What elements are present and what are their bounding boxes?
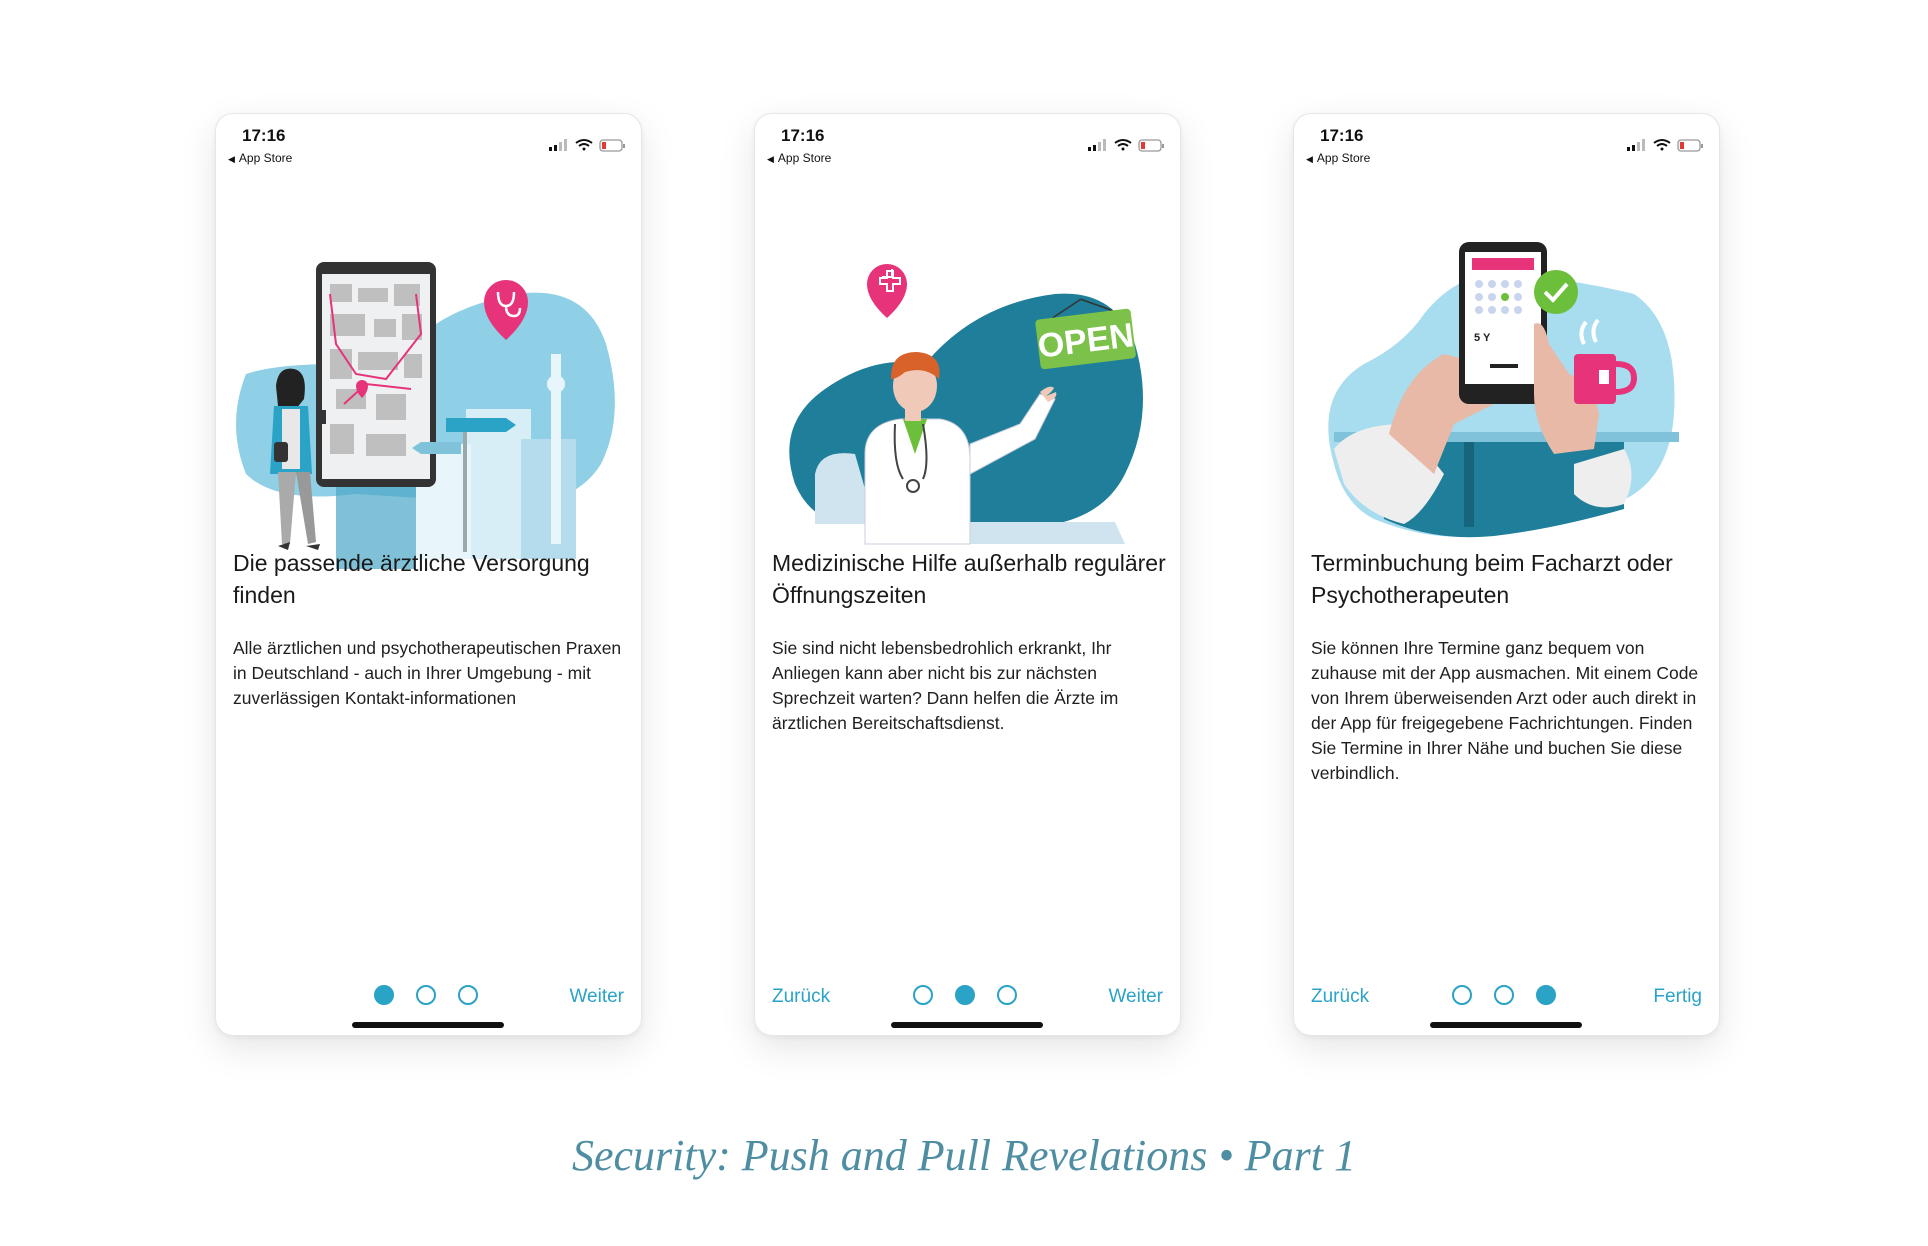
back-triangle-icon: ◀ — [767, 154, 774, 164]
status-icons — [1627, 139, 1703, 152]
illustration-doctor-open: OPEN — [789, 264, 1143, 545]
page-dot-1[interactable] — [1452, 985, 1472, 1005]
screen-description: Sie sind nicht lebensbedrohlich erkrankt… — [772, 638, 1119, 733]
signal-icon — [1088, 139, 1106, 151]
onboarding-screen-3: 17:16 ◀ App Store 5 Y Terminbuchung beim… — [1293, 113, 1720, 1036]
back-button[interactable]: Zurück — [772, 986, 830, 1008]
cross-pin-icon — [867, 264, 907, 318]
page-dot-3[interactable] — [997, 985, 1017, 1005]
page-dot-3[interactable] — [1536, 985, 1556, 1005]
screen-title: Terminbuchung beim Facharzt oder Psychot… — [1311, 550, 1673, 608]
page-dot-1[interactable] — [374, 985, 394, 1005]
signal-icon — [549, 139, 567, 151]
done-button[interactable]: Fertig — [1653, 986, 1702, 1008]
page-indicator[interactable] — [374, 985, 484, 1011]
check-icon — [1534, 270, 1578, 314]
page-dot-1[interactable] — [913, 985, 933, 1005]
page-indicator[interactable] — [913, 985, 1023, 1011]
home-indicator — [1430, 1022, 1582, 1028]
page-dot-2[interactable] — [955, 985, 975, 1005]
screen-description: Sie können Ihre Termine ganz bequem von … — [1311, 638, 1699, 783]
back-button[interactable]: Zurück — [1311, 986, 1369, 1008]
page-dot-3[interactable] — [458, 985, 478, 1005]
home-indicator — [891, 1022, 1043, 1028]
status-icons — [549, 139, 625, 152]
page-dot-2[interactable] — [1494, 985, 1514, 1005]
signal-icon — [1627, 139, 1645, 151]
illustration-booking: 5 Y — [1328, 242, 1679, 538]
battery-icon — [1138, 139, 1164, 152]
status-time: 17:16 — [242, 126, 286, 145]
back-app-label: App Store — [1316, 151, 1371, 165]
page-indicator[interactable] — [1452, 985, 1562, 1011]
status-time: 17:16 — [1320, 126, 1364, 145]
screen-title: Die passende ärztliche Versorgung finden — [233, 550, 590, 608]
battery-icon — [1677, 139, 1703, 152]
wifi-icon — [1114, 139, 1132, 151]
next-button[interactable]: Weiter — [1108, 986, 1163, 1008]
back-triangle-icon: ◀ — [1306, 154, 1313, 164]
wifi-icon — [575, 139, 593, 151]
back-to-app-store[interactable]: ◀ App Store — [1306, 151, 1370, 165]
page-dot-2[interactable] — [416, 985, 436, 1005]
illustration-map-search — [236, 262, 615, 569]
screen-title: Medizinische Hilfe außerhalb regulärer Ö… — [772, 550, 1166, 608]
back-to-app-store[interactable]: ◀ App Store — [767, 151, 831, 165]
back-triangle-icon: ◀ — [228, 154, 235, 164]
wifi-icon — [1653, 139, 1671, 151]
status-time: 17:16 — [781, 126, 825, 145]
code-entry-text: 5 Y — [1474, 332, 1491, 344]
next-button[interactable]: Weiter — [569, 986, 624, 1008]
back-to-app-store[interactable]: ◀ App Store — [228, 151, 292, 165]
screen-description: Alle ärztlichen und psychotherapeutische… — [233, 638, 622, 708]
back-app-label: App Store — [777, 151, 832, 165]
back-app-label: App Store — [238, 151, 293, 165]
onboarding-screen-2: 17:16 ◀ App Store OPEN Medizinische Hilfe… — [754, 113, 1181, 1036]
status-icons — [1088, 139, 1164, 152]
battery-icon — [599, 139, 625, 152]
home-indicator — [352, 1022, 504, 1028]
onboarding-screen-1: 17:16 ◀ App Store Die passende ärztliche… — [215, 113, 642, 1036]
page-caption: Security: Push and Pull Revelations • Pa… — [571, 1131, 1357, 1180]
